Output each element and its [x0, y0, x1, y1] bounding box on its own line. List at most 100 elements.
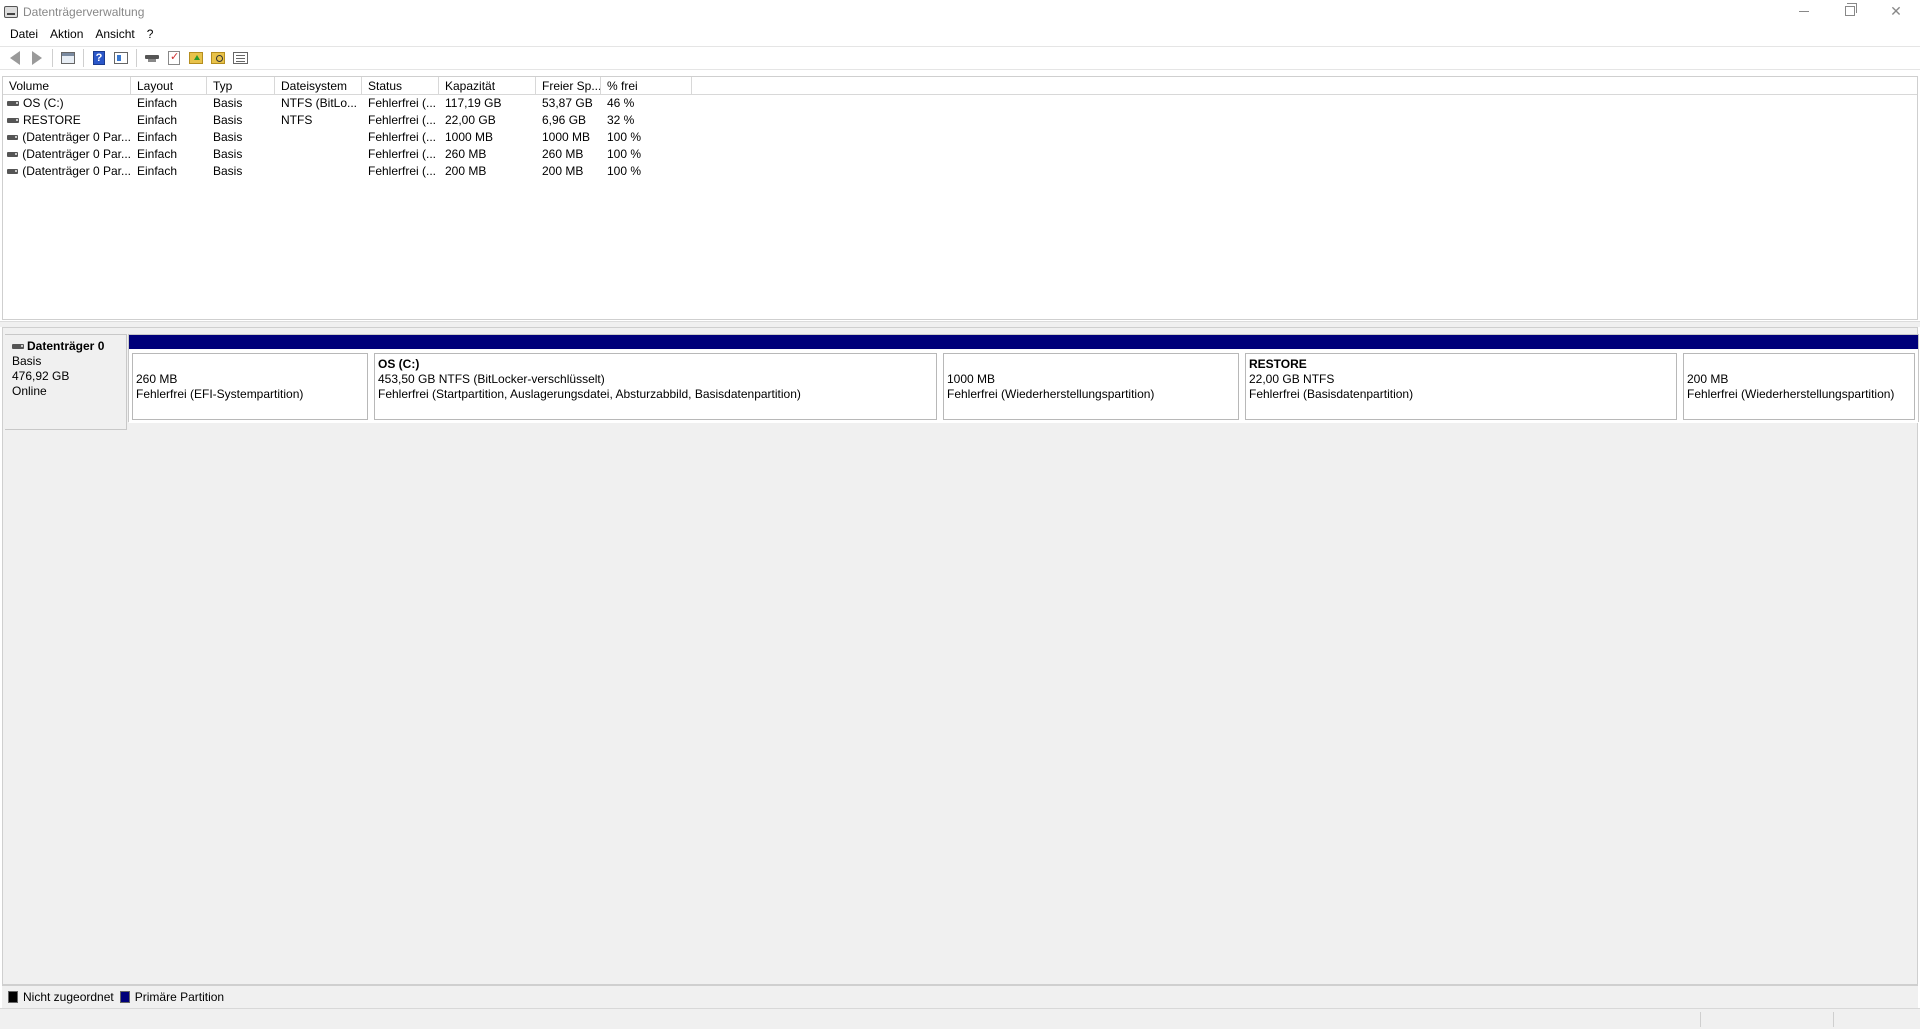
- minimize-button[interactable]: [1781, 0, 1827, 22]
- kapazitaet-cell: 1000 MB: [445, 130, 494, 144]
- partition-efi[interactable]: 260 MB Fehlerfrei (EFI-Systempartition): [129, 335, 371, 423]
- restore-button[interactable]: [1827, 0, 1873, 22]
- help-button[interactable]: ?: [88, 47, 110, 69]
- drive-icon: [7, 152, 19, 157]
- disk-graphical-view: Datenträger 0 Basis 476,92 GB Online 260…: [2, 327, 1919, 985]
- prozent-frei-cell: 100 %: [607, 164, 642, 178]
- menu-ansicht[interactable]: Ansicht: [89, 27, 140, 41]
- drive-icon: [7, 169, 19, 174]
- table-row[interactable]: OS (C:) Einfach Basis NTFS (BitLo... Feh…: [3, 95, 1917, 112]
- minimize-icon: [1799, 10, 1809, 12]
- status-cell: Fehlerfrei (...: [368, 113, 437, 127]
- partition-bar: [371, 335, 940, 349]
- partition-recovery-1[interactable]: 1000 MB Fehlerfrei (Wiederherstellungspa…: [940, 335, 1242, 423]
- kapazitaet-cell: 200 MB: [445, 164, 487, 178]
- volume-cell: RESTORE: [3, 112, 131, 129]
- typ-cell: Basis: [213, 147, 243, 161]
- typ-cell: Basis: [213, 164, 243, 178]
- status-bar: [0, 1008, 1920, 1029]
- list-view-button[interactable]: [229, 47, 251, 69]
- column-header-status[interactable]: Status: [362, 77, 439, 94]
- back-icon: [10, 51, 20, 65]
- disk-size: 476,92 GB: [12, 369, 70, 383]
- console-tree-button[interactable]: [57, 47, 79, 69]
- window-title: Datenträgerverwaltung: [23, 5, 145, 19]
- partition-size: 22,00 GB NTFS: [1249, 372, 1335, 386]
- partition-bar: [129, 335, 371, 349]
- status-cell: Fehlerfrei (...: [368, 96, 437, 110]
- kapazitaet-cell: 117,19 GB: [445, 96, 502, 110]
- back-button[interactable]: [4, 47, 26, 69]
- prozent-frei-cell: 46 %: [607, 96, 635, 110]
- legend-label: Primäre Partition: [134, 990, 225, 1004]
- partition-bar: [940, 335, 1242, 349]
- partition-strip: 260 MB Fehlerfrei (EFI-Systempartition) …: [128, 334, 1919, 423]
- layout-cell: Einfach: [137, 164, 178, 178]
- list-icon: [232, 52, 248, 64]
- menu-datei[interactable]: Datei: [4, 27, 44, 41]
- partition-body: OS (C:) 453,50 GB NTFS (BitLocker-versch…: [374, 353, 937, 420]
- volume-name: OS (C:): [23, 96, 64, 110]
- menu-help[interactable]: ?: [141, 27, 160, 41]
- folder-up-button[interactable]: [185, 47, 207, 69]
- table-row[interactable]: RESTORE Einfach Basis NTFS Fehlerfrei (.…: [3, 112, 1917, 129]
- freier-speicher-cell: 1000 MB: [542, 130, 591, 144]
- drive-icon: [7, 118, 19, 123]
- layout-cell: Einfach: [137, 96, 178, 110]
- volume-cell: OS (C:): [3, 95, 131, 112]
- freier-speicher-cell: 200 MB: [542, 164, 584, 178]
- prozent-frei-cell: 100 %: [607, 130, 642, 144]
- column-header-prozent-frei[interactable]: % frei: [601, 77, 692, 94]
- partition-recovery-2[interactable]: 200 MB Fehlerfrei (Wiederherstellungspar…: [1680, 335, 1918, 423]
- title-bar: Datenträgerverwaltung ✕: [0, 0, 1920, 24]
- column-header-typ[interactable]: Typ: [207, 77, 275, 94]
- partition-body: 1000 MB Fehlerfrei (Wiederherstellungspa…: [943, 353, 1239, 420]
- table-row[interactable]: (Datenträger 0 Par... Einfach Basis Fehl…: [3, 146, 1917, 163]
- partition-restore[interactable]: RESTORE 22,00 GB NTFS Fehlerfrei (Basisd…: [1242, 335, 1680, 423]
- partition-status: Fehlerfrei (Startpartition, Auslagerungs…: [378, 387, 801, 401]
- partition-body: RESTORE 22,00 GB NTFS Fehlerfrei (Basisd…: [1245, 353, 1677, 420]
- forward-button[interactable]: [26, 47, 48, 69]
- column-header-dateisystem[interactable]: Dateisystem: [275, 77, 362, 94]
- freier-speicher-cell: 53,87 GB: [542, 96, 593, 110]
- connect-button[interactable]: [141, 47, 163, 69]
- prozent-frei-cell: 32 %: [607, 113, 635, 127]
- volume-cell: (Datenträger 0 Par...: [3, 146, 131, 163]
- restore-icon: [1845, 3, 1857, 16]
- partition-body: 200 MB Fehlerfrei (Wiederherstellungspar…: [1683, 353, 1915, 420]
- volume-cell: (Datenträger 0 Par...: [3, 163, 131, 180]
- column-header-freier-speicher[interactable]: Freier Sp...: [536, 77, 601, 94]
- folder-up-icon: [189, 52, 203, 64]
- folder-search-icon: [211, 52, 225, 64]
- legend-item-primary: Primäre Partition: [119, 990, 225, 1004]
- partition-status: Fehlerfrei (Wiederherstellungspartition): [947, 387, 1155, 401]
- status-separator: [1833, 1012, 1834, 1027]
- close-icon: ✕: [1890, 2, 1902, 19]
- freier-speicher-cell: 260 MB: [542, 147, 584, 161]
- table-row[interactable]: (Datenträger 0 Par... Einfach Basis Fehl…: [3, 129, 1917, 146]
- partition-name: [136, 357, 367, 372]
- close-button[interactable]: ✕: [1873, 0, 1919, 22]
- check-button[interactable]: [163, 47, 185, 69]
- column-header-layout[interactable]: Layout: [131, 77, 207, 94]
- partition-name: [1687, 357, 1914, 372]
- partition-os[interactable]: OS (C:) 453,50 GB NTFS (BitLocker-versch…: [371, 335, 940, 423]
- disk-name: Datenträger 0: [27, 339, 105, 353]
- partition-bar: [1242, 335, 1680, 349]
- table-row[interactable]: (Datenträger 0 Par... Einfach Basis Fehl…: [3, 163, 1917, 180]
- column-header-kapazitaet[interactable]: Kapazität: [439, 77, 536, 94]
- status-cell: Fehlerfrei (...: [368, 164, 437, 178]
- disk-row: Datenträger 0 Basis 476,92 GB Online 260…: [3, 332, 1919, 432]
- layout-cell: Einfach: [137, 113, 178, 127]
- legend-swatch: [119, 991, 130, 1003]
- disk-info[interactable]: Datenträger 0 Basis 476,92 GB Online: [5, 334, 127, 430]
- volume-cell: (Datenträger 0 Par...: [3, 129, 131, 146]
- dateisystem-cell: [275, 129, 362, 146]
- column-header-volume[interactable]: Volume: [3, 77, 131, 94]
- properties-button[interactable]: [110, 47, 132, 69]
- volume-list[interactable]: Volume Layout Typ Dateisystem Status Kap…: [2, 76, 1918, 320]
- disk-state: Online: [12, 384, 47, 398]
- status-cell: Fehlerfrei (...: [368, 147, 437, 161]
- folder-search-button[interactable]: [207, 47, 229, 69]
- menu-aktion[interactable]: Aktion: [44, 27, 89, 41]
